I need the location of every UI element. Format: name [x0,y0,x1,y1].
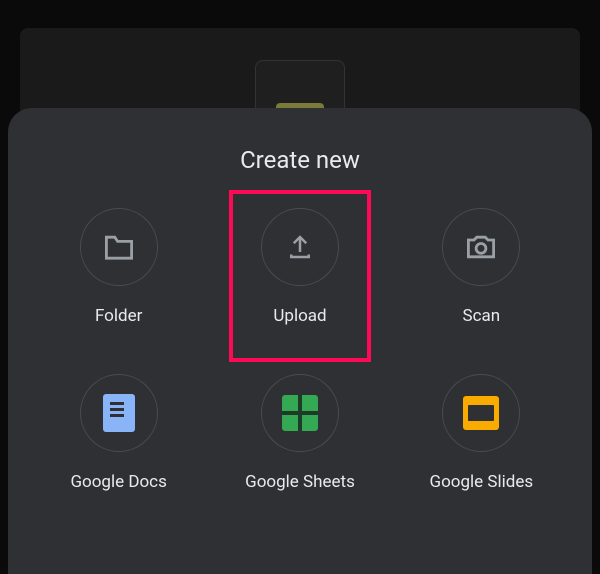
scan-label: Scan [463,306,501,326]
folder-icon [80,208,158,286]
options-grid: Folder Upload Scan [8,208,592,492]
google-docs-label: Google Docs [70,472,166,492]
google-slides-label: Google Slides [430,472,534,492]
sheet-title: Create new [8,146,592,174]
google-sheets-option[interactable]: Google Sheets [209,374,390,492]
upload-icon [261,208,339,286]
upload-option[interactable]: Upload [209,208,390,326]
scan-option[interactable]: Scan [391,208,572,326]
create-new-sheet: Create new Folder Upload [8,108,592,574]
sheets-icon [261,374,339,452]
docs-icon [80,374,158,452]
slides-icon [442,374,520,452]
google-docs-option[interactable]: Google Docs [28,374,209,492]
google-sheets-label: Google Sheets [245,472,355,492]
folder-label: Folder [95,306,142,326]
camera-icon [442,208,520,286]
google-slides-option[interactable]: Google Slides [391,374,572,492]
upload-label: Upload [273,306,326,326]
folder-option[interactable]: Folder [28,208,209,326]
